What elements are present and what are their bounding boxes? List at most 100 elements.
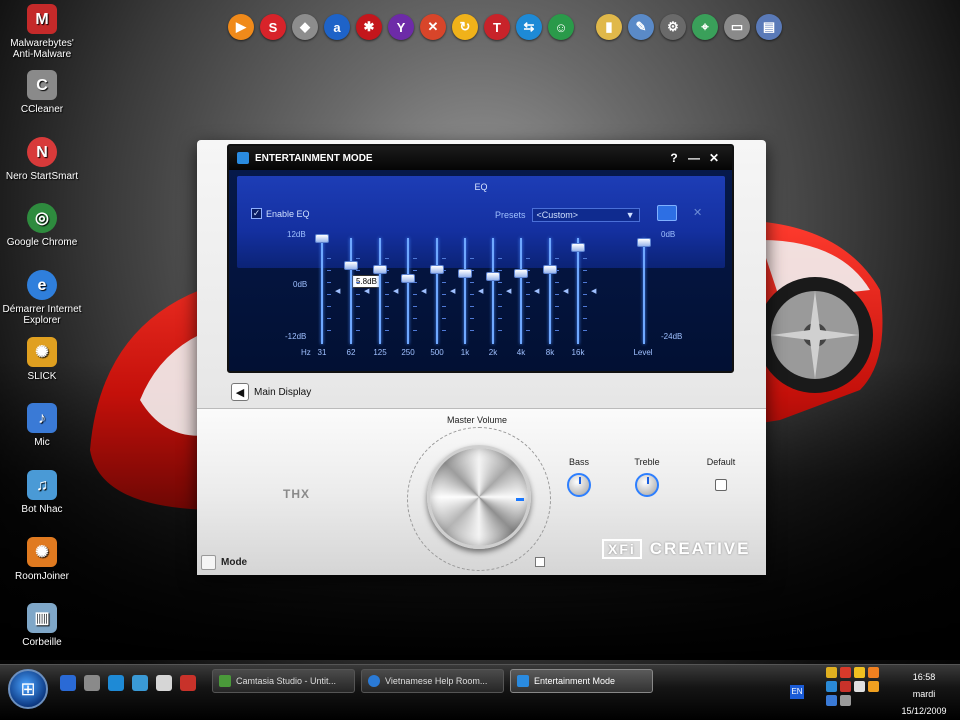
tray-volume-icon[interactable] xyxy=(854,681,865,692)
users-icon[interactable]: ☺ xyxy=(548,14,574,40)
eq-freq-label-2k: 2k xyxy=(488,348,498,357)
task-button-vietnamese-help-room[interactable]: Vietnamese Help Room... xyxy=(361,669,504,693)
grid-app-icon[interactable] xyxy=(180,675,196,691)
eq-scale-tick xyxy=(498,270,502,271)
eq-slider-track-62[interactable] xyxy=(350,238,352,344)
camera-icon[interactable] xyxy=(84,675,100,691)
eq-slider-track-125[interactable] xyxy=(379,238,381,344)
tray-network-icon[interactable] xyxy=(826,681,837,692)
eq-scale-tick xyxy=(555,318,559,319)
eq-scale-tick xyxy=(385,306,389,307)
tray-messenger-icon[interactable] xyxy=(854,667,865,678)
task-button-entertainment-mode[interactable]: Entertainment Mode xyxy=(510,669,653,693)
eq-slider-knob-62[interactable] xyxy=(344,260,358,270)
eq-slider-track-2k[interactable] xyxy=(492,238,494,344)
eq-slider-track-31[interactable] xyxy=(321,238,323,344)
eq-slider-track-500[interactable] xyxy=(436,238,438,344)
desktop-icon-nero[interactable]: N Nero StartSmart xyxy=(0,137,84,182)
microphone-icon: ♪ xyxy=(27,403,57,433)
desktop-icon-roomjoiner[interactable]: ✺ RoomJoiner xyxy=(0,537,84,582)
treble-knob[interactable] xyxy=(635,473,659,497)
shell-icon[interactable]: S xyxy=(260,14,286,40)
eq-slider-knob-8k[interactable] xyxy=(543,264,557,274)
spider-icon[interactable]: ✱ xyxy=(356,14,382,40)
master-volume-knob[interactable] xyxy=(427,445,531,549)
eq-scale-tick xyxy=(327,294,331,295)
bass-knob[interactable] xyxy=(567,473,591,497)
clock-day: mardi xyxy=(912,689,936,699)
eq-scale-tick xyxy=(526,258,530,259)
network-icon[interactable]: ▭ xyxy=(724,14,750,40)
show-desktop-icon[interactable] xyxy=(60,675,76,691)
main-display-link[interactable]: ◀ Main Display xyxy=(231,383,311,401)
teamviewer-icon[interactable] xyxy=(108,675,124,691)
tweak-icon[interactable]: T xyxy=(484,14,510,40)
teamviewer-icon[interactable]: ⇆ xyxy=(516,14,542,40)
mode-button[interactable]: Mode xyxy=(201,555,247,570)
eq-slider-knob-125[interactable] xyxy=(373,264,387,274)
mute-icon[interactable] xyxy=(535,557,545,567)
notepad-icon[interactable]: ✎ xyxy=(628,14,654,40)
webcam-icon[interactable] xyxy=(156,675,172,691)
media-player-icon[interactable]: ▶ xyxy=(228,14,254,40)
tray-alert-icon[interactable] xyxy=(840,681,851,692)
start-button[interactable]: ⊞ xyxy=(8,669,48,709)
eq-scale-tick xyxy=(356,318,360,319)
eq-slider-track-4k[interactable] xyxy=(520,238,522,344)
desktop-icon-slick[interactable]: ✺ SLICK xyxy=(0,337,84,382)
browser-icon[interactable] xyxy=(132,675,148,691)
sync-icon[interactable]: ↻ xyxy=(452,14,478,40)
back-arrow-icon[interactable]: ◀ xyxy=(231,383,249,401)
system-clock[interactable]: 16:58 mardi 15/12/2009 xyxy=(894,669,954,720)
tray-monitor-icon[interactable] xyxy=(826,695,837,706)
desktop-icon-recycle-bin[interactable]: ▥ Corbeille xyxy=(0,603,84,648)
eq-slider-track-1k[interactable] xyxy=(464,238,466,344)
desktop-icon-bot-nhac[interactable]: ♫ Bot Nhac xyxy=(0,470,84,515)
eq-slider-knob-31[interactable] xyxy=(315,234,329,243)
desktop-icon-ccleaner[interactable]: C CCleaner xyxy=(0,70,84,115)
monitor-icon[interactable]: ▤ xyxy=(756,14,782,40)
desktop-icon-label: Corbeille xyxy=(22,637,62,648)
db-label-top: 12dB xyxy=(287,230,306,239)
pinwheel-icon[interactable]: ✕ xyxy=(420,14,446,40)
level-slider-track[interactable] xyxy=(643,238,645,344)
folder-icon[interactable]: ▮ xyxy=(596,14,622,40)
eq-scale-tick xyxy=(526,282,530,283)
eq-scale-tick xyxy=(526,318,530,319)
tray-yahoo-icon[interactable] xyxy=(868,681,879,692)
avast-icon[interactable]: a xyxy=(324,14,350,40)
eq-slider-track-250[interactable] xyxy=(407,238,409,344)
mode-icon xyxy=(201,555,216,570)
desktop-icon-mic[interactable]: ♪ Mic xyxy=(0,403,84,448)
desktop-icon-chrome[interactable]: ◎ Google Chrome xyxy=(0,203,84,248)
desktop-icon-internet-explorer[interactable]: e Démarrer Internet Explorer xyxy=(0,270,84,326)
eq-slider-knob-4k[interactable] xyxy=(514,269,528,279)
shield-icon[interactable]: ◆ xyxy=(292,14,318,40)
task-label: Entertainment Mode xyxy=(534,676,616,686)
tray-antivirus-icon[interactable] xyxy=(840,667,851,678)
eq-slider-knob-16k[interactable] xyxy=(571,242,585,252)
task-label: Camtasia Studio - Untit... xyxy=(236,676,337,686)
desktop-icon-malwarebytes[interactable]: M Malwarebytes' Anti-Malware xyxy=(0,4,84,60)
eq-slider-track-16k[interactable] xyxy=(577,238,579,344)
map-icon[interactable]: ⌖ xyxy=(692,14,718,40)
eq-freq-label-16k: 16k xyxy=(571,348,585,357)
eq-slider-track-8k[interactable] xyxy=(549,238,551,344)
recycle-bin-icon: ▥ xyxy=(27,603,57,633)
tray-smiley-icon[interactable] xyxy=(868,667,879,678)
level-slider-knob[interactable] xyxy=(637,238,651,247)
tray-usb-icon[interactable] xyxy=(840,695,851,706)
default-button[interactable] xyxy=(715,479,727,491)
eq-slider-knob-250[interactable] xyxy=(401,273,415,283)
tray-app-icon[interactable] xyxy=(826,667,837,678)
eq-slider-knob-2k[interactable] xyxy=(486,271,500,281)
desktop-icon-label: Démarrer Internet Explorer xyxy=(2,304,82,326)
task-button-camtasia[interactable]: Camtasia Studio - Untit... xyxy=(212,669,355,693)
eq-slider-knob-1k[interactable] xyxy=(458,269,472,279)
yahoo-icon[interactable]: Y xyxy=(388,14,414,40)
language-indicator[interactable]: EN xyxy=(790,685,804,699)
eq-slider-knob-500[interactable] xyxy=(430,264,444,274)
malwarebytes-icon: M xyxy=(27,4,57,34)
eq-scale-tick xyxy=(327,258,331,259)
settings-gear-icon[interactable]: ⚙ xyxy=(660,14,686,40)
